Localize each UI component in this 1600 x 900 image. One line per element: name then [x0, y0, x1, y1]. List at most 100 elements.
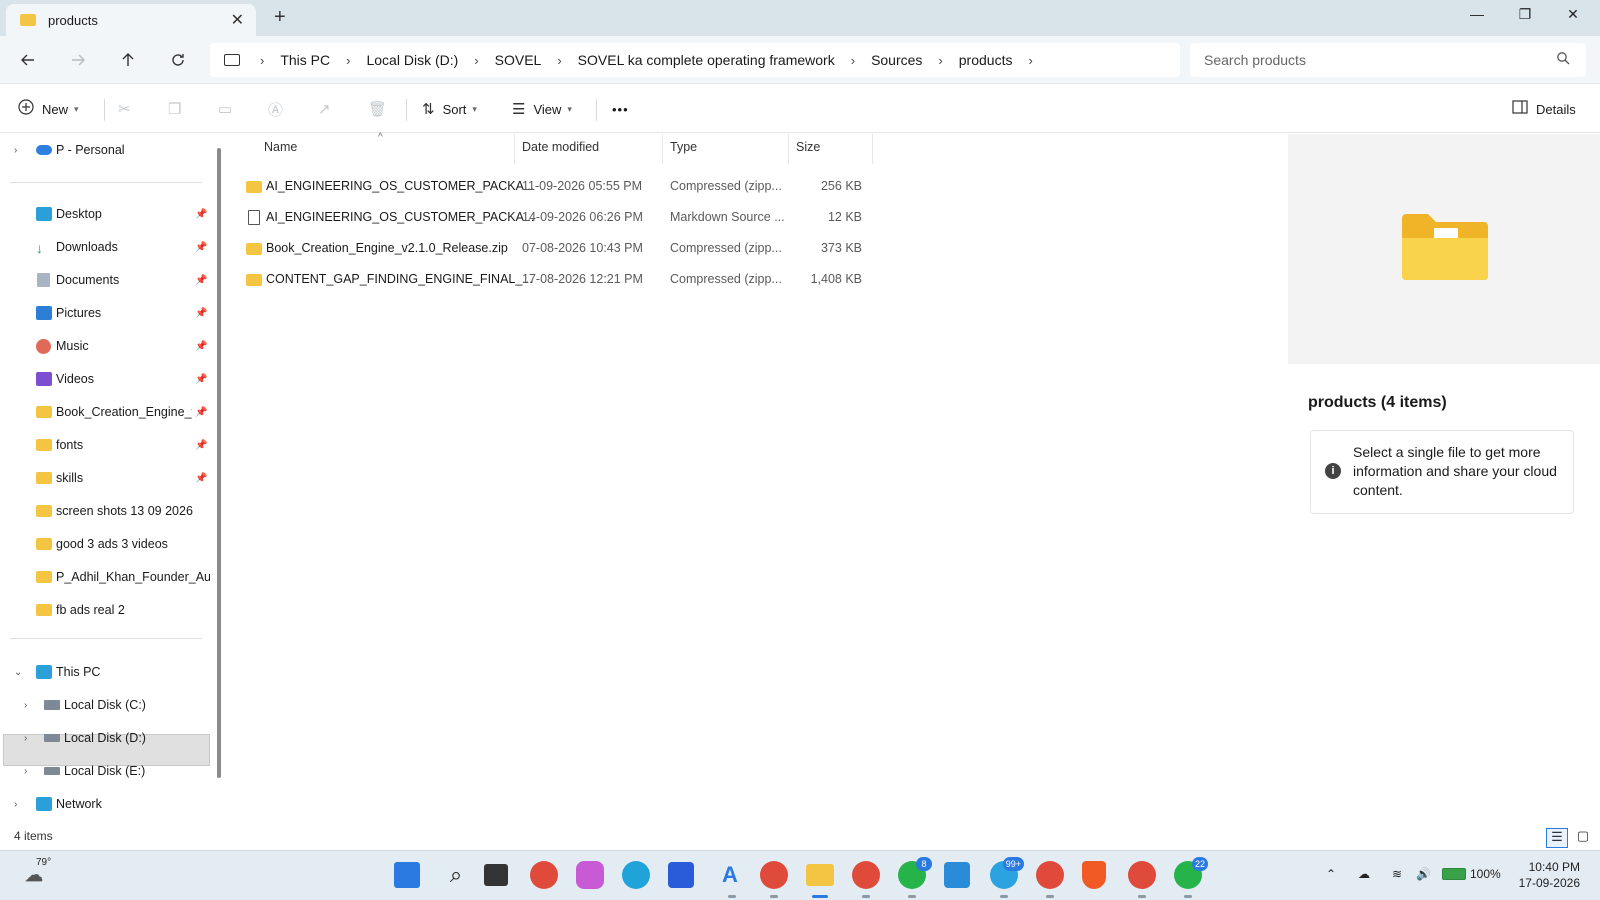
address-bar[interactable]: › This PC › Local Disk (D:) › SOVEL › SO…	[210, 43, 1180, 77]
file-row[interactable]: AI_ENGINEERING_OS_CUSTOMER_PACKA... 11-0…	[246, 172, 1106, 200]
clock[interactable]: 10:40 PM 17-09-2026	[1500, 859, 1580, 891]
chevron-right-icon[interactable]: ›	[474, 53, 478, 68]
start-icon[interactable]	[394, 862, 420, 888]
nav-item-drive-d[interactable]: › Local Disk (D:)	[0, 724, 210, 752]
nav-label: Local Disk (D:)	[64, 731, 146, 745]
whatsapp-icon[interactable]: 22	[1174, 857, 1208, 889]
item-count: 4 items	[14, 829, 53, 843]
search-input[interactable]: Search products	[1190, 43, 1586, 77]
nav-item-pictures[interactable]: Pictures 📌	[0, 299, 210, 327]
nav-item-drive-e[interactable]: › Local Disk (E:)	[0, 757, 210, 785]
column-date-modified[interactable]: Date modified	[522, 140, 599, 154]
nav-item-music[interactable]: Music 📌	[0, 332, 210, 360]
chevron-right-icon[interactable]: ›	[260, 53, 264, 68]
nav-item-this-pc[interactable]: ⌄ This PC	[0, 658, 210, 686]
tab-products[interactable]: products ✕	[6, 4, 256, 36]
file-row[interactable]: AI_ENGINEERING_OS_CUSTOMER_PACKA... 14-0…	[246, 203, 1106, 231]
nav-item-founder[interactable]: P_Adhil_Khan_Founder_Authority	[0, 563, 210, 591]
divider	[10, 638, 202, 639]
new-button[interactable]: New ▾	[18, 97, 79, 121]
nav-item-videos[interactable]: Videos 📌	[0, 365, 210, 393]
volume-icon[interactable]: 🔊	[1416, 867, 1431, 881]
chevron-right-icon[interactable]: ›	[1028, 53, 1032, 68]
breadcrumb-sources[interactable]: Sources	[871, 52, 922, 68]
photos-icon[interactable]	[944, 862, 970, 888]
breadcrumb-products[interactable]: products	[959, 52, 1013, 68]
nav-item-onedrive[interactable]: › P - Personal	[0, 136, 210, 164]
copilot-icon[interactable]	[576, 861, 604, 889]
wifi-icon[interactable]: ≋	[1392, 867, 1402, 881]
forward-arrow-icon[interactable]	[66, 48, 90, 72]
chrome-icon[interactable]	[1128, 861, 1156, 889]
share-button[interactable]: ↗	[318, 97, 339, 121]
nav-item-fb-ads[interactable]: fb ads real 2	[0, 596, 210, 624]
paste-button[interactable]: ▭	[218, 97, 240, 121]
chevron-up-icon[interactable]: ⌃	[1326, 867, 1336, 881]
store-icon[interactable]	[668, 862, 694, 888]
nav-item-desktop[interactable]: Desktop 📌	[0, 200, 210, 228]
column-type[interactable]: Type	[670, 140, 697, 154]
close-window-button[interactable]: ✕	[1558, 6, 1588, 23]
nav-item-fonts[interactable]: fonts 📌	[0, 431, 210, 459]
tiles-view-icon[interactable]: ▢	[1572, 828, 1594, 848]
nav-item-documents[interactable]: Documents 📌	[0, 266, 210, 294]
cut-button[interactable]: ✂	[118, 97, 139, 121]
whatsapp-icon[interactable]: 8	[898, 857, 932, 889]
chrome-icon[interactable]	[1036, 861, 1064, 889]
onedrive-icon[interactable]: ☁	[1358, 867, 1370, 881]
rename-button[interactable]: Ⓐ	[268, 97, 291, 121]
chrome-icon[interactable]	[530, 861, 558, 889]
view-button[interactable]: ☰ View ▾	[512, 97, 572, 121]
nav-item-good-ads[interactable]: good 3 ads 3 videos	[0, 530, 210, 558]
search-icon[interactable]: ⌕	[440, 859, 472, 891]
app-a-icon[interactable]: A	[714, 859, 746, 891]
nav-item-skills[interactable]: skills 📌	[0, 464, 210, 492]
chevron-right-icon[interactable]: ›	[938, 53, 942, 68]
back-arrow-icon[interactable]	[16, 48, 40, 72]
nav-item-drive-c[interactable]: › Local Disk (C:)	[0, 691, 210, 719]
nav-item-downloads[interactable]: ↓ Downloads 📌	[0, 233, 210, 261]
delete-button[interactable]: 🗑	[368, 97, 395, 121]
breadcrumb-this-pc[interactable]: This PC	[280, 52, 330, 68]
file-row[interactable]: CONTENT_GAP_FINDING_ENGINE_FINAL_... 17-…	[246, 265, 1106, 293]
column-name[interactable]: Name	[264, 140, 297, 154]
notification-badge: 99+	[1002, 857, 1024, 871]
chevron-right-icon[interactable]: ›	[346, 53, 350, 68]
file-row[interactable]: Book_Creation_Engine_v2.1.0_Release.zip …	[246, 234, 1106, 262]
nav-item-network[interactable]: › Network	[0, 790, 210, 818]
more-options-button[interactable]: •••	[612, 97, 629, 121]
file-name: AI_ENGINEERING_OS_CUSTOMER_PACKA...	[266, 179, 535, 193]
nav-label: This PC	[56, 665, 101, 679]
file-date: 11-09-2026 05:55 PM	[522, 179, 642, 193]
sort-button[interactable]: ⇅ Sort ▾	[422, 97, 477, 121]
plus-circle-icon	[18, 99, 34, 119]
chevron-right-icon[interactable]: ›	[851, 53, 855, 68]
drive-icon	[44, 767, 60, 775]
telegram-icon[interactable]: 99+	[990, 857, 1024, 889]
refresh-icon[interactable]	[166, 48, 190, 72]
breadcrumb-sovel[interactable]: SOVEL	[495, 52, 542, 68]
column-size[interactable]: Size	[796, 140, 820, 154]
chevron-right-icon[interactable]: ›	[557, 53, 561, 68]
up-arrow-icon[interactable]	[116, 48, 140, 72]
nav-item-screenshots[interactable]: screen shots 13 09 2026	[0, 497, 210, 525]
nav-item-book-creation[interactable]: Book_Creation_Engine_v2.1.0_Release 📌	[0, 398, 210, 426]
new-tab-button[interactable]: +	[274, 6, 286, 29]
restore-button[interactable]: ❐	[1510, 6, 1540, 23]
nav-scrollbar[interactable]	[217, 148, 221, 778]
chrome-icon[interactable]	[852, 861, 880, 889]
breadcrumb-framework[interactable]: SOVEL ka complete operating framework	[578, 52, 835, 68]
brave-icon[interactable]	[1082, 861, 1106, 889]
details-pane-button[interactable]: Details	[1512, 97, 1576, 121]
breadcrumb-local-disk-d[interactable]: Local Disk (D:)	[366, 52, 458, 68]
close-tab-icon[interactable]: ✕	[231, 10, 244, 30]
copy-button[interactable]: ❐	[168, 97, 189, 121]
chrome-profile-icon[interactable]	[760, 861, 788, 889]
file-explorer-icon[interactable]	[806, 864, 834, 886]
minimize-button[interactable]: —	[1462, 6, 1492, 22]
details-view-icon[interactable]: ☰	[1546, 828, 1568, 848]
task-view-icon[interactable]	[484, 864, 508, 886]
battery-icon[interactable]	[1442, 868, 1466, 880]
nav-label: Videos	[56, 372, 94, 386]
edge-icon[interactable]	[622, 861, 650, 889]
